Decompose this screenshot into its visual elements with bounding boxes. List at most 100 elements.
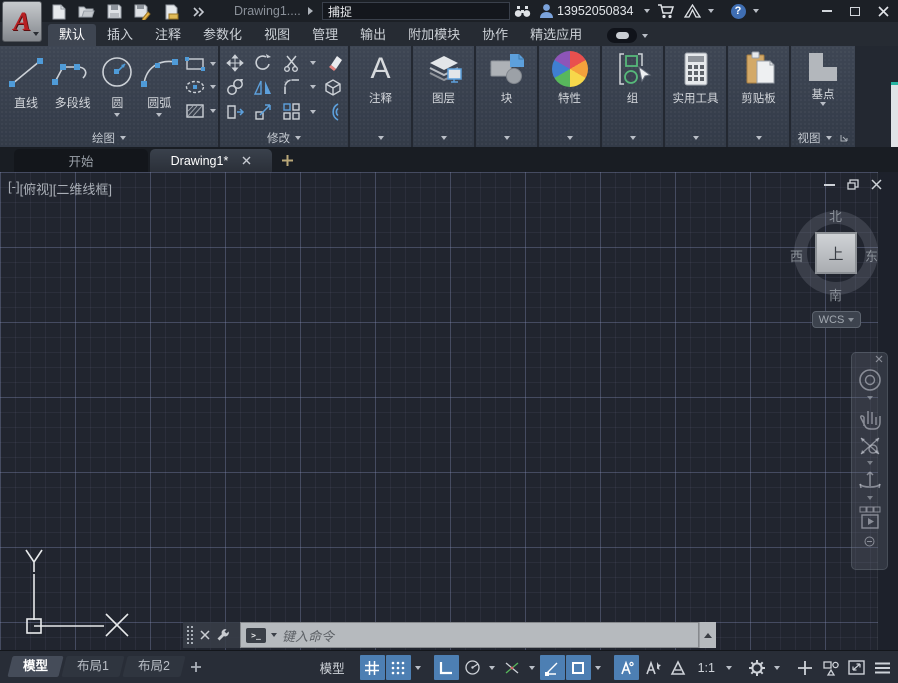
- polar-chevron-icon[interactable]: [486, 655, 499, 680]
- isodraft-toggle[interactable]: [500, 655, 525, 680]
- minimize-button[interactable]: [816, 3, 838, 19]
- explode-button[interactable]: [323, 76, 345, 98]
- showmotion-icon[interactable]: [857, 504, 883, 532]
- block-panel-expander[interactable]: [476, 129, 537, 147]
- erase-button[interactable]: [323, 52, 345, 74]
- account-name[interactable]: 13952050834: [557, 4, 633, 18]
- circle-button[interactable]: 圆: [98, 46, 136, 129]
- grid-toggle[interactable]: [360, 655, 385, 680]
- modify-panel-title[interactable]: 修改: [220, 129, 348, 147]
- search-input[interactable]: [322, 2, 510, 20]
- screen-record-button[interactable]: [607, 28, 637, 43]
- properties-button[interactable]: 特性: [539, 46, 600, 129]
- annotate-button[interactable]: A 注释: [350, 46, 411, 129]
- tray-plus-button[interactable]: [792, 655, 817, 680]
- array-chevron-icon[interactable]: [310, 110, 316, 114]
- viewport-view-control[interactable]: [俯视]: [20, 179, 53, 198]
- command-input[interactable]: >_ 键入命令: [240, 622, 699, 648]
- annotation-scale-value[interactable]: 1:1: [692, 655, 721, 680]
- viewport-menu-control[interactable]: [-]: [8, 179, 20, 198]
- ortho-toggle[interactable]: [434, 655, 459, 680]
- rectangle-chevron-icon[interactable]: [210, 62, 216, 66]
- plot-button[interactable]: [162, 3, 179, 20]
- scale-button[interactable]: [253, 101, 275, 123]
- save-as-button[interactable]: [134, 3, 151, 20]
- user-avatar-icon[interactable]: [537, 2, 555, 20]
- help-chevron-icon[interactable]: [753, 9, 759, 13]
- wcs-dropdown[interactable]: WCS: [812, 311, 861, 328]
- scale-chevron-icon[interactable]: [722, 655, 735, 680]
- search-binoculars-icon[interactable]: [513, 2, 531, 20]
- hatch-button[interactable]: [184, 103, 216, 119]
- ribbon-tab-insert[interactable]: 插入: [96, 24, 144, 46]
- workspace-chevron-icon[interactable]: [770, 655, 783, 680]
- utilities-button[interactable]: 实用工具: [665, 46, 726, 129]
- screen-record-chevron-icon[interactable]: [642, 34, 648, 38]
- arc-split-chevron-icon[interactable]: [156, 113, 162, 117]
- close-tab-icon[interactable]: [242, 156, 251, 165]
- ribbon-tab-parametric[interactable]: 参数化: [192, 24, 253, 46]
- viewport-minimize-icon[interactable]: [824, 184, 835, 186]
- viewcube-south[interactable]: 南: [829, 285, 842, 304]
- viewport-visual-style-control[interactable]: [二维线框]: [53, 179, 112, 198]
- layout-tab-layout2[interactable]: 布局2: [122, 656, 185, 677]
- trim-chevron-icon[interactable]: [310, 61, 316, 65]
- mirror-button[interactable]: [253, 76, 275, 98]
- basepoint-button[interactable]: 基点: [791, 46, 855, 129]
- viewcube-east[interactable]: 东: [865, 246, 878, 265]
- new-layout-button[interactable]: [190, 661, 202, 673]
- snap-toggle[interactable]: [386, 655, 411, 680]
- layers-button[interactable]: 图层: [413, 46, 474, 129]
- file-tab-drawing1[interactable]: Drawing1*: [150, 149, 272, 172]
- ribbon-tab-home[interactable]: 默认: [48, 24, 96, 46]
- panel-launcher-icon[interactable]: [839, 133, 849, 143]
- rotate-button[interactable]: [253, 52, 275, 74]
- workspace-switching-button[interactable]: [744, 655, 769, 680]
- basepoint-chevron-icon[interactable]: [820, 102, 826, 106]
- array-button[interactable]: [281, 101, 303, 123]
- viewport-restore-icon[interactable]: [847, 179, 859, 190]
- maximize-button[interactable]: [844, 3, 866, 19]
- osnap-chevron-icon[interactable]: [592, 655, 605, 680]
- fillet-chevron-icon[interactable]: [310, 85, 316, 89]
- snap-chevron-icon[interactable]: [412, 655, 425, 680]
- group-button[interactable]: 组: [602, 46, 663, 129]
- ucs-icon[interactable]: [2, 544, 142, 644]
- properties-panel-expander[interactable]: [539, 129, 600, 147]
- autodesk-logo-icon[interactable]: [683, 2, 701, 20]
- object-snap-tracking-toggle[interactable]: [540, 655, 565, 680]
- utilities-panel-expander[interactable]: [665, 129, 726, 147]
- hatch-chevron-icon[interactable]: [210, 109, 216, 113]
- polyline-button[interactable]: 多段线: [47, 46, 98, 129]
- ribbon-tab-manage[interactable]: 管理: [301, 24, 349, 46]
- new-drawing-button[interactable]: [280, 153, 296, 169]
- model-space-toggle[interactable]: 模型: [314, 655, 351, 680]
- navbar-orbit-chevron-icon[interactable]: [867, 496, 873, 500]
- navbar-close-icon[interactable]: [875, 355, 883, 363]
- customize-wrench-icon[interactable]: [216, 628, 230, 642]
- new-file-button[interactable]: [50, 3, 67, 20]
- clipboard-panel-expander[interactable]: [728, 129, 789, 147]
- stretch-button[interactable]: [224, 101, 246, 123]
- application-menu-button[interactable]: A: [2, 1, 42, 42]
- ribbon-tab-addins[interactable]: 附加模块: [397, 24, 471, 46]
- clean-screen-button[interactable]: [844, 655, 869, 680]
- isodraft-chevron-icon[interactable]: [526, 655, 539, 680]
- viewcube-north[interactable]: 北: [829, 206, 842, 225]
- rectangle-button[interactable]: [184, 56, 216, 72]
- fillet-button[interactable]: [281, 76, 303, 98]
- layout-tab-model[interactable]: 模型: [7, 656, 63, 677]
- ribbon-tab-annotate[interactable]: 注释: [144, 24, 192, 46]
- block-button[interactable]: 块: [476, 46, 537, 129]
- move-button[interactable]: [224, 52, 246, 74]
- ellipse-chevron-icon[interactable]: [210, 85, 216, 89]
- annotation-scale-button[interactable]: [666, 655, 691, 680]
- ribbon-tab-view[interactable]: 视图: [253, 24, 301, 46]
- view-panel-title[interactable]: 视图: [791, 129, 855, 147]
- navbar-minus-icon[interactable]: [864, 536, 875, 547]
- save-button[interactable]: [106, 3, 123, 20]
- account-chevron-icon[interactable]: [644, 9, 650, 13]
- draw-panel-title[interactable]: 绘图: [0, 129, 218, 147]
- circle-split-chevron-icon[interactable]: [114, 113, 120, 117]
- drag-handle-icon[interactable]: [187, 626, 194, 645]
